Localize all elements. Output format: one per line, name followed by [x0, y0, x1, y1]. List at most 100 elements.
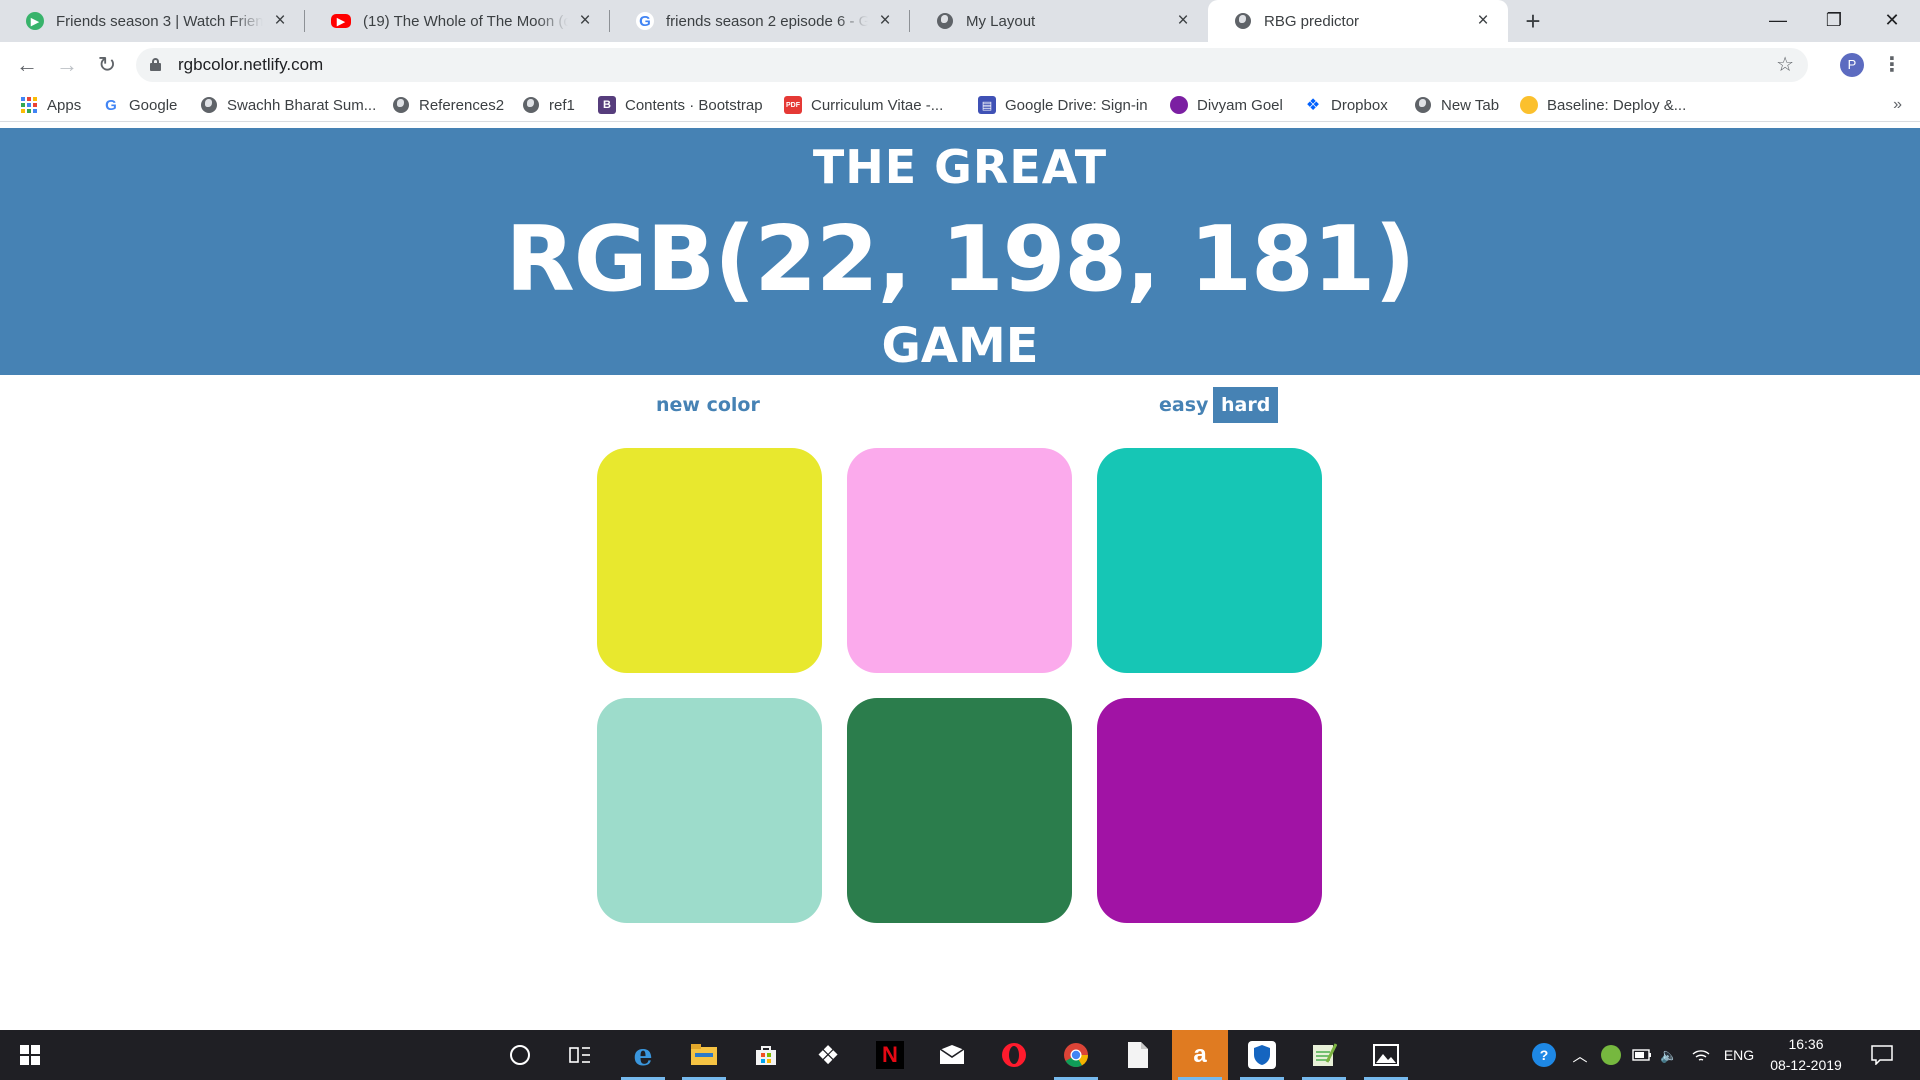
reload-icon[interactable]: ↻	[92, 50, 122, 80]
photos-icon[interactable]	[1358, 1030, 1414, 1080]
task-view-icon[interactable]	[552, 1030, 608, 1080]
bookmarks-bar: Apps G Google Swachh Bharat Sum... Refer…	[0, 88, 1920, 122]
address-bar[interactable]: rgbcolor.netlify.com ☆	[136, 48, 1808, 82]
notifications-icon[interactable]	[1862, 1030, 1902, 1080]
clock-date: 08-12-2019	[1770, 1057, 1842, 1073]
kebab-menu-icon[interactable]: ⋮	[1882, 50, 1902, 80]
bookmarks-overflow-icon[interactable]: »	[1893, 88, 1902, 122]
bookmark-curriculum-vitae[interactable]: PDF Curriculum Vitae -...	[784, 88, 943, 122]
restore-icon[interactable]: ❐	[1806, 0, 1862, 40]
youtube-icon: ▶	[331, 14, 351, 28]
bookmark-label: Apps	[47, 96, 82, 114]
bookmark-star-icon[interactable]: ☆	[1776, 48, 1794, 82]
bookmark-apps[interactable]: Apps	[20, 88, 81, 122]
close-icon[interactable]: ×	[1172, 10, 1194, 32]
forward-arrow-icon[interactable]: →	[52, 50, 82, 80]
new-tab-button[interactable]: +	[1518, 6, 1548, 36]
google-icon: G	[636, 12, 654, 30]
globe-icon	[1234, 12, 1252, 30]
taskbar-clock[interactable]: 16:36 08-12-2019	[1766, 1034, 1846, 1076]
color-square[interactable]	[1097, 698, 1322, 923]
security-shield-icon[interactable]	[1234, 1030, 1290, 1080]
mail-icon[interactable]	[924, 1030, 980, 1080]
notepad-icon[interactable]	[1296, 1030, 1352, 1080]
bookmark-dropbox[interactable]: ❖ Dropbox	[1304, 88, 1388, 122]
tab-google-search[interactable]: G friends season 2 episode 6 - Goog ×	[610, 0, 910, 42]
tab-my-layout[interactable]: My Layout ×	[910, 0, 1208, 42]
battery-icon[interactable]	[1630, 1030, 1654, 1080]
tab-whole-of-the-moon[interactable]: ▶ (19) The Whole of The Moon (cover ×	[305, 0, 610, 42]
bookmark-ref1[interactable]: ref1	[522, 88, 575, 122]
bookmark-label: ref1	[549, 96, 575, 114]
color-square[interactable]	[847, 698, 1072, 923]
avast-icon[interactable]: a	[1172, 1030, 1228, 1080]
tab-title: RBG predictor	[1264, 12, 1360, 30]
chevron-up-icon[interactable]: ︿	[1568, 1030, 1592, 1080]
bookmark-label: Google	[129, 96, 178, 114]
hard-mode-button[interactable]: hard	[1213, 387, 1279, 423]
globe-icon	[200, 96, 218, 114]
color-display: RGB(22, 198, 181)	[505, 207, 1415, 312]
netflix-icon[interactable]: N	[862, 1030, 918, 1080]
file-icon[interactable]	[1110, 1030, 1166, 1080]
color-square[interactable]	[597, 698, 822, 923]
globe-icon	[1414, 96, 1432, 114]
bootstrap-icon: B	[598, 96, 616, 114]
brain-icon	[1170, 96, 1188, 114]
title-top: THE GREAT	[812, 140, 1108, 194]
google-icon: G	[105, 96, 117, 114]
volume-icon[interactable]: 🔈	[1656, 1030, 1682, 1080]
globe-icon	[392, 96, 410, 114]
tab-title: My Layout	[966, 12, 1036, 30]
back-arrow-icon[interactable]: ←	[12, 50, 42, 80]
close-icon[interactable]: ×	[874, 10, 896, 32]
bookmark-label: Dropbox	[1331, 96, 1388, 114]
help-icon[interactable]: ?	[1528, 1030, 1560, 1080]
language-indicator[interactable]: ENG	[1718, 1030, 1760, 1080]
bookmark-divyam-goel[interactable]: Divyam Goel	[1170, 88, 1283, 122]
color-square[interactable]	[1097, 448, 1322, 673]
windows-taskbar: e ❖ N a ? ︿ 🔈 ENG 16:36 08-12-2019	[0, 1030, 1920, 1080]
wifi-icon[interactable]	[1688, 1030, 1714, 1080]
color-squares-grid	[597, 448, 1322, 924]
bookmark-baseline[interactable]: Baseline: Deploy &...	[1520, 88, 1686, 122]
bookmark-bootstrap[interactable]: B Contents · Bootstrap	[598, 88, 763, 122]
profile-avatar[interactable]: P	[1840, 53, 1864, 77]
dropbox-icon: ❖	[1305, 97, 1321, 114]
microsoft-store-icon[interactable]	[738, 1030, 794, 1080]
utorrent-icon[interactable]	[1598, 1030, 1624, 1080]
bookmark-google-drive[interactable]: ▤ Google Drive: Sign-in	[978, 88, 1148, 122]
minimize-icon[interactable]: —	[1750, 0, 1806, 40]
tab-rbg-predictor[interactable]: RBG predictor ×	[1208, 0, 1508, 42]
tab-title: friends season 2 episode 6 - Goog	[666, 12, 868, 30]
color-square[interactable]	[847, 448, 1072, 673]
url-text[interactable]: rgbcolor.netlify.com	[178, 48, 323, 82]
close-icon[interactable]: ×	[269, 10, 291, 32]
windows-start-icon[interactable]	[2, 1030, 58, 1080]
tab-friends-season-3[interactable]: ▶ Friends season 3 | Watch Friends ×	[0, 0, 305, 42]
bookmark-new-tab[interactable]: New Tab	[1414, 88, 1499, 122]
chrome-icon[interactable]	[1048, 1030, 1104, 1080]
bookmark-swachh-bharat[interactable]: Swachh Bharat Sum...	[200, 88, 376, 122]
bookmark-google[interactable]: G Google	[102, 88, 177, 122]
edge-icon[interactable]: e	[615, 1030, 671, 1080]
close-icon[interactable]: ×	[1472, 10, 1494, 32]
easy-mode-button[interactable]: easy	[1151, 387, 1216, 423]
game-header: THE GREAT RGB(22, 198, 181) GAME	[0, 128, 1920, 375]
window-close-icon[interactable]: ✕	[1864, 0, 1920, 40]
bookmark-label: Contents · Bootstrap	[625, 96, 763, 114]
bookmark-references2[interactable]: References2	[392, 88, 504, 122]
tab-title: (19) The Whole of The Moon (cover	[363, 12, 568, 30]
bookmark-label: References2	[419, 96, 505, 114]
cortana-circle-icon[interactable]	[492, 1030, 548, 1080]
color-square[interactable]	[597, 448, 822, 673]
file-explorer-icon[interactable]	[676, 1030, 732, 1080]
lock-icon	[150, 58, 161, 71]
new-color-button[interactable]: new color	[648, 387, 768, 423]
bookmark-label: New Tab	[1441, 96, 1500, 114]
globe-icon	[522, 96, 540, 114]
opera-icon[interactable]	[986, 1030, 1042, 1080]
dropbox-icon[interactable]: ❖	[800, 1030, 856, 1080]
bookmark-label: Swachh Bharat Sum...	[227, 96, 377, 114]
close-icon[interactable]: ×	[574, 10, 596, 32]
